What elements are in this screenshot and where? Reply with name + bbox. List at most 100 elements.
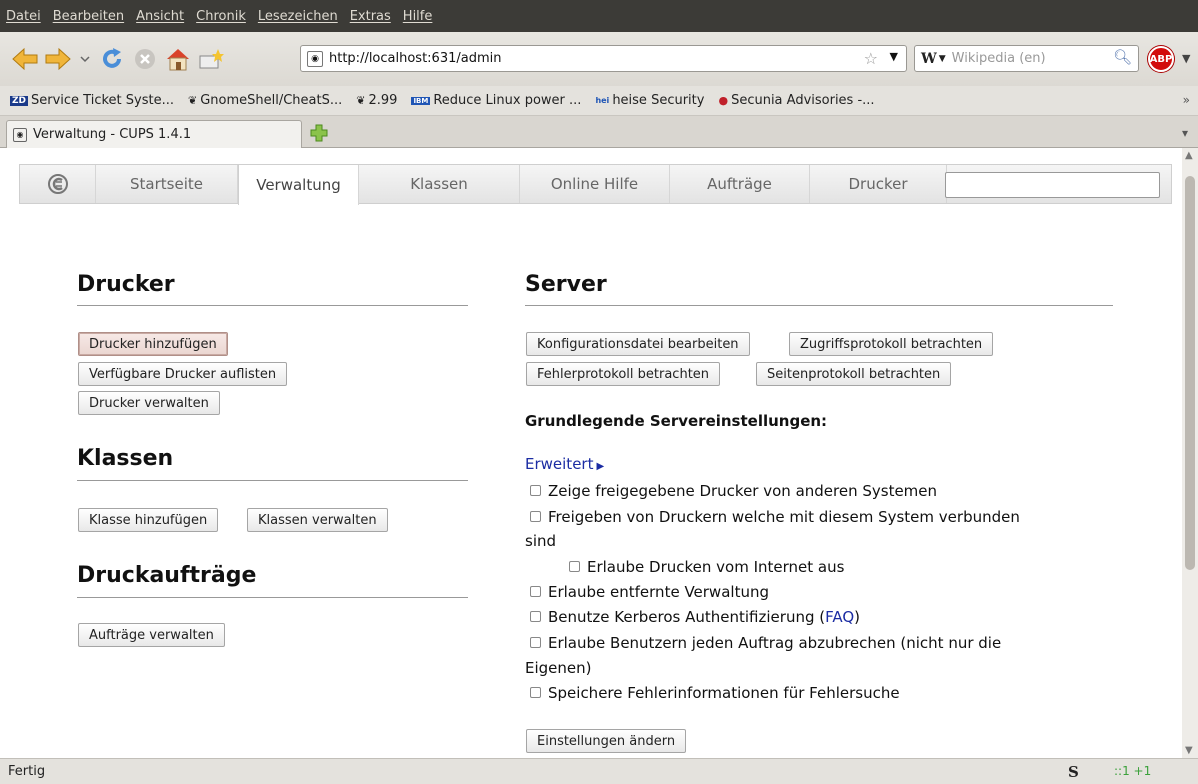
share-local-label[interactable]: Freigeben von Druckern welche mit diesem… (548, 508, 1020, 526)
bookmark-item[interactable]: ZD Service Ticket Syste... (10, 93, 174, 108)
option-debug: Speichere Fehlerinformationen für Fehler… (530, 681, 900, 705)
classes-divider (77, 480, 468, 481)
jobs-divider (77, 597, 468, 598)
add-class-button[interactable]: Klasse hinzufügen (78, 508, 219, 532)
nav-online-hilfe[interactable]: Online Hilfe (520, 165, 670, 203)
search-placeholder[interactable]: Wikipedia (en) (952, 51, 1046, 66)
menu-datei[interactable]: Datei (6, 9, 41, 24)
list-printers-button[interactable]: Verfügbare Drucker auflisten (78, 362, 288, 386)
bookmark-label: GnomeShell/CheatS... (200, 93, 343, 108)
forward-arrow-icon[interactable] (43, 44, 73, 74)
history-dropdown-icon[interactable] (76, 44, 94, 74)
nav-verwaltung[interactable]: Verwaltung (238, 165, 359, 205)
scroll-down-icon[interactable]: ▼ (1185, 745, 1193, 756)
nav-drucker[interactable]: Drucker (810, 165, 947, 203)
tab-list-icon[interactable]: ▾ (1182, 126, 1188, 140)
remote-admin-checkbox[interactable] (530, 586, 541, 597)
back-arrow-icon[interactable] (10, 44, 40, 74)
view-error-log-button[interactable]: Fehlerprotokoll betrachten (526, 362, 721, 386)
menu-chronik[interactable]: Chronik (196, 9, 246, 24)
expand-arrow-icon[interactable]: ▶ (596, 461, 604, 472)
debug-label[interactable]: Speichere Fehlerinformationen für Fehler… (548, 684, 900, 702)
site-identity-icon[interactable]: ◉ (307, 50, 323, 67)
search-icon[interactable]: 🔍︎ (1113, 48, 1132, 66)
kerberos-label[interactable]: Benutze Kerberos Authentifizierung ( (548, 608, 825, 626)
page-icon: ◉ (13, 127, 27, 142)
remote-admin-label[interactable]: Erlaube entfernte Verwaltung (548, 583, 769, 601)
internet-label[interactable]: Erlaube Drucken vom Internet aus (587, 558, 844, 576)
bookmark-item[interactable]: ❦ GnomeShell/CheatS... (188, 93, 342, 108)
page-content: Startseite Verwaltung Klassen Online Hil… (0, 148, 1182, 758)
url-bar[interactable]: ◉ http://localhost:631/admin ☆ ▼ (300, 45, 907, 72)
cancel-jobs-label-cont[interactable]: Eigenen) (525, 656, 592, 680)
bookmarks-overflow-icon[interactable]: » (1183, 93, 1190, 107)
menu-ansicht[interactable]: Ansicht (136, 9, 184, 24)
nav-auftraege[interactable]: Aufträge (670, 165, 810, 203)
url-dropdown-icon[interactable]: ▼ (890, 50, 898, 63)
heise-icon: hei (595, 96, 610, 105)
url-text[interactable]: http://localhost:631/admin (329, 51, 502, 66)
adblock-icon[interactable]: ABP (1148, 46, 1174, 72)
kerberos-checkbox[interactable] (530, 611, 541, 622)
server-heading: Server (525, 272, 607, 297)
share-local-checkbox[interactable] (530, 511, 541, 522)
scrollbar-thumb[interactable] (1185, 176, 1195, 570)
secunia-icon: ● (718, 94, 729, 107)
search-bar[interactable]: W ▼ Wikipedia (en) 🔍︎ (914, 45, 1139, 72)
tab-title: Verwaltung - CUPS 1.4.1 (33, 127, 192, 142)
edit-config-button[interactable]: Konfigurationsdatei bearbeiten (526, 332, 750, 356)
tab-cups[interactable]: ◉ Verwaltung - CUPS 1.4.1 (6, 120, 302, 148)
view-access-log-button[interactable]: Zugriffsprotokoll betrachten (789, 332, 994, 356)
cancel-jobs-label[interactable]: Erlaube Benutzern jeden Auftrag abzubrec… (548, 634, 1001, 652)
engine-dropdown-icon[interactable]: ▼ (939, 54, 946, 64)
apply-settings-button[interactable]: Einstellungen ändern (526, 729, 687, 753)
home-icon[interactable] (163, 44, 193, 74)
menu-lesezeichen[interactable]: Lesezeichen (258, 9, 338, 24)
internet-checkbox[interactable] (569, 561, 580, 572)
bookmark-label: heise Security (612, 93, 705, 108)
advanced-link[interactable]: Erweitert ▶ (525, 455, 604, 473)
manage-classes-button[interactable]: Klassen verwalten (247, 508, 388, 532)
new-tab-icon[interactable] (310, 124, 328, 142)
menu-bearbeiten[interactable]: Bearbeiten (53, 9, 124, 24)
view-page-log-button[interactable]: Seitenprotokoll betrachten (756, 362, 952, 386)
share-remote-checkbox[interactable] (530, 485, 541, 496)
advanced-link-label[interactable]: Erweitert (525, 455, 593, 473)
nav-startseite[interactable]: Startseite (96, 165, 238, 203)
reload-icon[interactable] (97, 44, 127, 74)
faq-link[interactable]: FAQ (825, 608, 854, 626)
menu-extras[interactable]: Extras (350, 9, 391, 24)
cancel-jobs-checkbox[interactable] (530, 637, 541, 648)
bookmark-item[interactable]: ❦ 2.99 (356, 93, 397, 108)
adblock-dropdown-icon[interactable]: ▼ (1182, 52, 1190, 65)
nav-klassen[interactable]: Klassen (359, 165, 520, 203)
menu-hilfe[interactable]: Hilfe (403, 9, 433, 24)
cups-logo-icon[interactable] (20, 165, 96, 203)
kerberos-label-suffix: ) (854, 608, 861, 626)
add-printer-button[interactable]: Drucker hinzufügen (78, 332, 228, 356)
gnome-icon: ❦ (187, 94, 198, 107)
s-addon-icon[interactable]: S (1068, 763, 1079, 781)
share-remote-label[interactable]: Zeige freigegebene Drucker von anderen S… (548, 482, 937, 500)
bookmark-label: 2.99 (368, 93, 398, 108)
option-remote-admin: Erlaube entfernte Verwaltung (530, 580, 769, 604)
debug-checkbox[interactable] (530, 687, 541, 698)
share-local-label-cont[interactable]: sind (525, 529, 556, 553)
bookmarks-toolbar: ZD Service Ticket Syste... ❦ GnomeShell/… (0, 86, 1198, 116)
tab-bar: ◉ Verwaltung - CUPS 1.4.1 ▾ (0, 116, 1198, 148)
manage-jobs-button[interactable]: Aufträge verwalten (78, 623, 225, 647)
scroll-up-icon[interactable]: ▲ (1185, 150, 1193, 161)
bookmark-item[interactable]: IBM Reduce Linux power ... (411, 93, 581, 108)
bookmark-star-icon[interactable] (196, 44, 226, 74)
bookmark-item[interactable]: hei heise Security (595, 93, 704, 108)
ip-indicator[interactable]: ::1 +1 (1114, 764, 1151, 778)
bookmark-item[interactable]: ● Secunia Advisories -... (718, 93, 874, 108)
stop-icon[interactable] (130, 44, 160, 74)
classes-heading: Klassen (77, 446, 174, 471)
cups-search-input[interactable] (945, 172, 1160, 198)
manage-printers-button[interactable]: Drucker verwalten (78, 391, 220, 415)
star-icon[interactable]: ☆ (864, 49, 878, 68)
server-divider (525, 305, 1113, 306)
vertical-scrollbar[interactable]: ▲ ▼ (1182, 148, 1198, 758)
wikipedia-icon[interactable]: W (921, 51, 937, 67)
